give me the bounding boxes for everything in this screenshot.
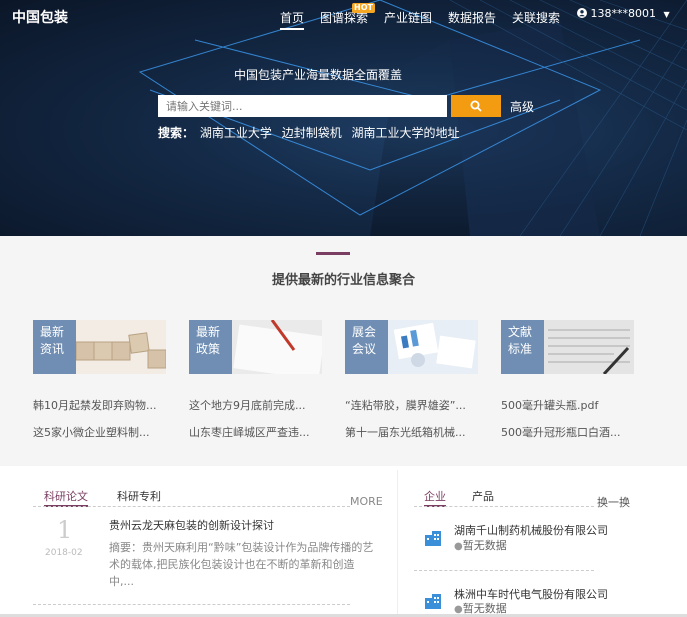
building-icon [425, 594, 441, 609]
nav-related-search[interactable]: 关联搜索 [512, 9, 560, 26]
user-menu[interactable]: 138***8001 ▼ [577, 7, 670, 20]
article-day: 1 [57, 516, 73, 544]
policy-link[interactable]: 山东枣庄峄城区严查违... [189, 424, 310, 440]
search-input[interactable] [158, 95, 447, 117]
info-aggregation-section: 提供最新的行业信息聚合 最新 资讯 最新 政策 展会 会议 文献 标准 韩10月… [0, 236, 687, 466]
chevron-down-icon: ▼ [663, 10, 670, 19]
hot-search-row: 搜索： 湖南工业大学 边封制袋机 湖南工业大学的地址 [158, 124, 466, 141]
refresh-link[interactable]: 换一换 [597, 494, 630, 510]
expo-link[interactable]: 第十一届东光纸箱机械... [345, 424, 466, 440]
article-title[interactable]: 贵州云龙天麻包装的创新设计探讨 [109, 517, 274, 533]
hero-subtitle: 中国包装产业海量数据全面覆盖 [234, 68, 403, 82]
expo-link[interactable]: “连粘带胶，膜界雄姿”... [345, 397, 466, 413]
company-status: ●暂无数据 [454, 539, 507, 552]
article-date: 2018-02 [45, 548, 83, 558]
card-tag: 最新 资讯 [33, 320, 76, 374]
hot-search-item[interactable]: 边封制袋机 [282, 126, 342, 140]
more-link[interactable]: MORE [350, 495, 383, 508]
tab-companies[interactable]: 企业 [424, 488, 446, 507]
divider [33, 604, 350, 605]
search-icon [470, 100, 482, 112]
card-tag: 最新 政策 [189, 320, 232, 374]
divider [414, 570, 594, 571]
policy-image [232, 320, 322, 374]
literature-link[interactable]: 500毫升冠形瓶口白酒... [501, 424, 621, 440]
card-news[interactable]: 最新 资讯 [33, 320, 166, 374]
building-icon [425, 531, 441, 546]
location-pin-icon: ● [454, 541, 463, 552]
card-policy[interactable]: 最新 政策 [189, 320, 322, 374]
hot-search-label: 搜索： [158, 126, 195, 140]
column-divider [397, 470, 398, 617]
literature-image [544, 320, 634, 374]
card-tag: 文献 标准 [501, 320, 544, 374]
section-accent-bar [316, 252, 350, 255]
section-title: 提供最新的行业信息聚合 [271, 273, 415, 288]
card-tag: 展会 会议 [345, 320, 388, 374]
hot-badge: HOT [352, 3, 375, 13]
divider [33, 506, 350, 507]
article-summary: 摘要：贵州天麻利用“黔味”包装设计作为品牌传播的艺术的载体,把民族化包装设计也在… [109, 541, 374, 588]
nav-data-report[interactable]: 数据报告 [448, 9, 496, 26]
policy-link[interactable]: 这个地方9月底前完成... [189, 397, 306, 413]
company-name[interactable]: 湖南千山制药机械股份有限公司 [454, 522, 608, 538]
advanced-search-link[interactable]: 高级 [510, 98, 534, 115]
literature-link[interactable]: 500毫升罐头瓶.pdf [501, 397, 598, 413]
user-icon [577, 8, 587, 18]
news-image [76, 320, 166, 374]
user-phone: 138***8001 [590, 7, 657, 20]
hero-banner: 中国包装 首页 图谱探索 HOT 产业链图 数据报告 关联搜索 138***80… [0, 0, 687, 236]
expo-image [388, 320, 478, 374]
news-link[interactable]: 韩10月起禁发即弃购物... [33, 397, 157, 413]
tab-research-patents[interactable]: 科研专利 [117, 488, 161, 504]
card-literature[interactable]: 文献 标准 [501, 320, 634, 374]
search-button[interactable] [451, 95, 501, 117]
tab-research-papers[interactable]: 科研论文 [44, 488, 88, 507]
hot-search-item[interactable]: 湖南工业大学 [200, 126, 272, 140]
nav-industry-chain[interactable]: 产业链图 [384, 9, 432, 26]
card-expo[interactable]: 展会 会议 [345, 320, 478, 374]
tab-products[interactable]: 产品 [472, 488, 494, 504]
site-logo[interactable]: 中国包装 [12, 7, 68, 27]
news-link[interactable]: 这5家小微企业塑料制... [33, 424, 150, 440]
hero-decoration [138, 0, 687, 236]
hot-search-item[interactable]: 湖南工业大学的地址 [352, 126, 460, 140]
divider [414, 506, 594, 507]
nav-home[interactable]: 首页 [280, 9, 305, 30]
